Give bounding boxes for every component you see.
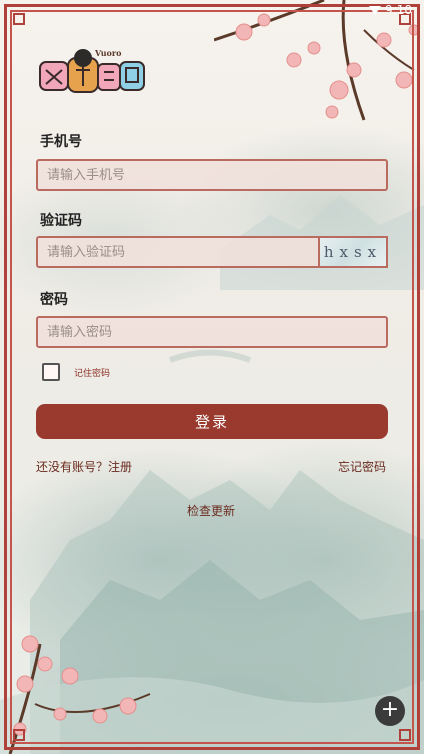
logo-small-text: Vuoro [95, 48, 122, 58]
login-button[interactable]: 登录 [36, 404, 388, 439]
password-input[interactable] [36, 316, 388, 348]
phone-label: 手机号 [40, 134, 82, 150]
phone-input[interactable] [36, 159, 388, 191]
code-row: hxsx [36, 236, 388, 268]
check-update-link[interactable]: 检查更新 [187, 502, 235, 519]
remember-password-row[interactable]: 记住密码 [42, 363, 110, 381]
register-link[interactable]: 还没有账号？注册 [36, 458, 132, 475]
status-time: 9:10 [385, 3, 412, 17]
app-logo [39, 49, 145, 93]
login-page: 9:10 Vuoro 手机号 验证码 hxsx 密码 记住密码 登录 还没有账号… [0, 0, 424, 754]
code-label: 验证码 [40, 213, 82, 229]
frame-corner-top-left [4, 4, 34, 34]
remember-password-label: 记住密码 [74, 368, 111, 379]
password-label: 密码 [40, 292, 68, 308]
wifi-signal-icon [369, 5, 382, 15]
captcha-image[interactable]: hxsx [318, 236, 388, 268]
checkbox-icon[interactable] [42, 363, 60, 381]
plus-icon[interactable]: + [375, 696, 405, 726]
forgot-password-link[interactable]: 忘记密码 [338, 458, 386, 475]
code-input[interactable] [36, 236, 320, 268]
status-bar: 9:10 [369, 3, 412, 17]
frame-corner-bottom-left [4, 720, 34, 750]
